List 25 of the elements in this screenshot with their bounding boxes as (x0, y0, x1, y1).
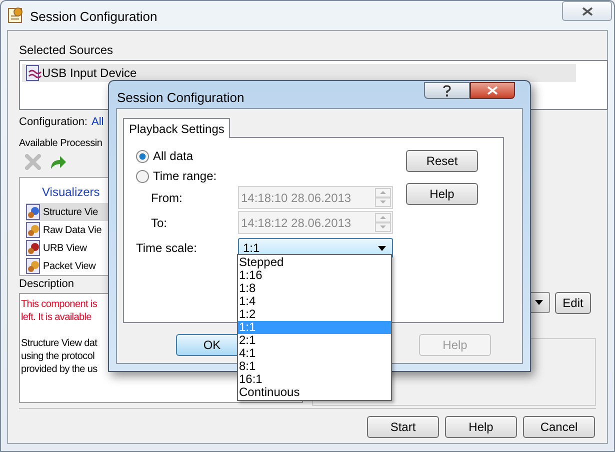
source-label: USB Input Device (42, 65, 137, 82)
time-value: 14:18:10 28.06.2013 (241, 190, 352, 206)
time-value: 14:18:12 28.06.2013 (241, 214, 352, 232)
section-label: Available Processin (19, 137, 102, 151)
warning-text: This component is (21, 298, 98, 311)
window-title: Session Configuration (30, 8, 158, 26)
visualizer-label: Raw Data Vie (43, 224, 102, 238)
visualizer-label: URB View (43, 242, 87, 256)
section-label: Description (19, 277, 74, 292)
visualizer-label: Structure Vie (43, 206, 98, 220)
description-text: using the protocol (21, 350, 95, 363)
dialog-title: Session Configuration (117, 89, 244, 107)
section-label: Selected Sources (19, 42, 114, 58)
description-text: Structure View dat (21, 337, 98, 350)
description-text: provided by the us (21, 363, 98, 376)
group-title: Visualizers (42, 184, 100, 200)
time-scale-value: 1:1 (243, 240, 261, 257)
field-label: From: (150, 190, 184, 206)
radio-label: All data (153, 148, 194, 165)
field-label: Time scale: (136, 240, 198, 257)
warning-text: left. It is available (21, 311, 92, 324)
configuration-label: Configuration: (19, 114, 88, 130)
radio-label: Time range: (153, 168, 217, 185)
visualizer-label: Packet View (43, 260, 96, 274)
field-label: To: (150, 214, 168, 232)
